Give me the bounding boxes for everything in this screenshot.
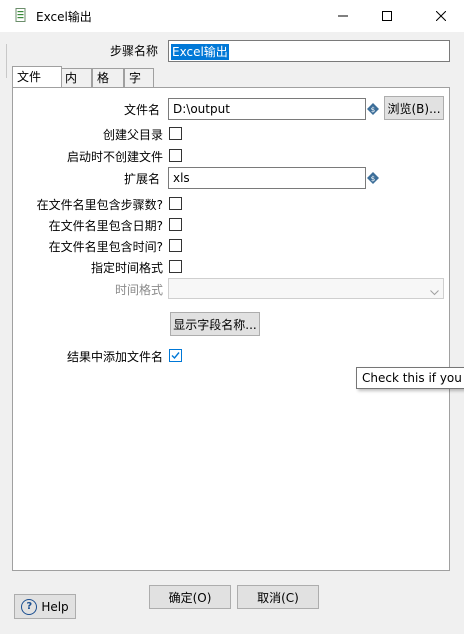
close-button[interactable]	[418, 0, 464, 32]
create-parent-checkbox[interactable]	[169, 127, 182, 140]
help-label: Help	[41, 599, 69, 614]
variable-diamond-icon[interactable]: $	[367, 172, 379, 184]
step-name-input[interactable]: Excel输出	[168, 40, 450, 62]
add-to-result-label: 结果中添加文件名	[66, 350, 163, 364]
minimize-icon	[338, 15, 348, 17]
help-icon: ?	[21, 598, 38, 615]
include-stepnr-label: 在文件名里包含步骤数?	[36, 198, 163, 212]
create-parent-label: 创建父目录	[102, 128, 163, 142]
include-date-checkbox[interactable]	[169, 218, 182, 231]
tab-file[interactable]: 文件	[12, 66, 62, 87]
window-title: Excel输出	[36, 10, 92, 24]
checkmark-icon	[171, 352, 180, 360]
title-bar: Excel输出	[0, 0, 464, 32]
include-time-checkbox[interactable]	[169, 239, 182, 252]
show-field-names-button[interactable]: 显示字段名称...	[170, 312, 260, 336]
specify-time-format-label: 指定时间格式	[90, 261, 163, 275]
maximize-button[interactable]	[364, 0, 410, 32]
filename-input[interactable]: D:\output	[168, 98, 366, 120]
cancel-button[interactable]: 取消(C)	[237, 585, 319, 609]
extension-label: 扩展名	[123, 172, 160, 186]
variable-diamond-icon[interactable]: $	[367, 103, 379, 115]
close-icon	[436, 11, 446, 21]
browse-button[interactable]: 浏览(B)...	[384, 96, 444, 120]
include-date-label: 在文件名里包含日期?	[48, 219, 163, 233]
extension-input[interactable]: xls	[168, 167, 366, 189]
tab-fields[interactable]: 字段	[124, 68, 154, 103]
no-create-on-start-checkbox[interactable]	[169, 149, 182, 162]
svg-text:$: $	[371, 106, 375, 114]
no-create-on-start-label: 启动时不创建文件	[66, 150, 163, 164]
time-format-select	[168, 278, 444, 299]
help-button[interactable]: ? Help	[14, 594, 76, 619]
specify-time-format-checkbox[interactable]	[169, 260, 182, 273]
add-to-result-checkbox[interactable]	[169, 349, 182, 362]
filename-label: 文件名	[123, 103, 160, 117]
chevron-down-icon	[430, 285, 439, 299]
tab-content[interactable]: 内容	[60, 68, 92, 103]
excel-output-icon	[15, 8, 27, 22]
tab-format[interactable]: 格式	[92, 68, 124, 103]
maximize-icon	[382, 11, 392, 21]
include-time-label: 在文件名里包含时间?	[48, 240, 163, 254]
step-name-value: Excel输出	[171, 44, 229, 60]
background-window-edge	[0, 44, 7, 78]
svg-text:$: $	[371, 175, 375, 183]
step-name-label: 步骤名称	[109, 44, 158, 58]
tooltip: Check this if you w	[356, 367, 464, 389]
ok-button[interactable]: 确定(O)	[149, 585, 231, 609]
minimize-button[interactable]	[320, 0, 366, 32]
include-stepnr-checkbox[interactable]	[169, 197, 182, 210]
time-format-label: 时间格式	[114, 283, 163, 297]
